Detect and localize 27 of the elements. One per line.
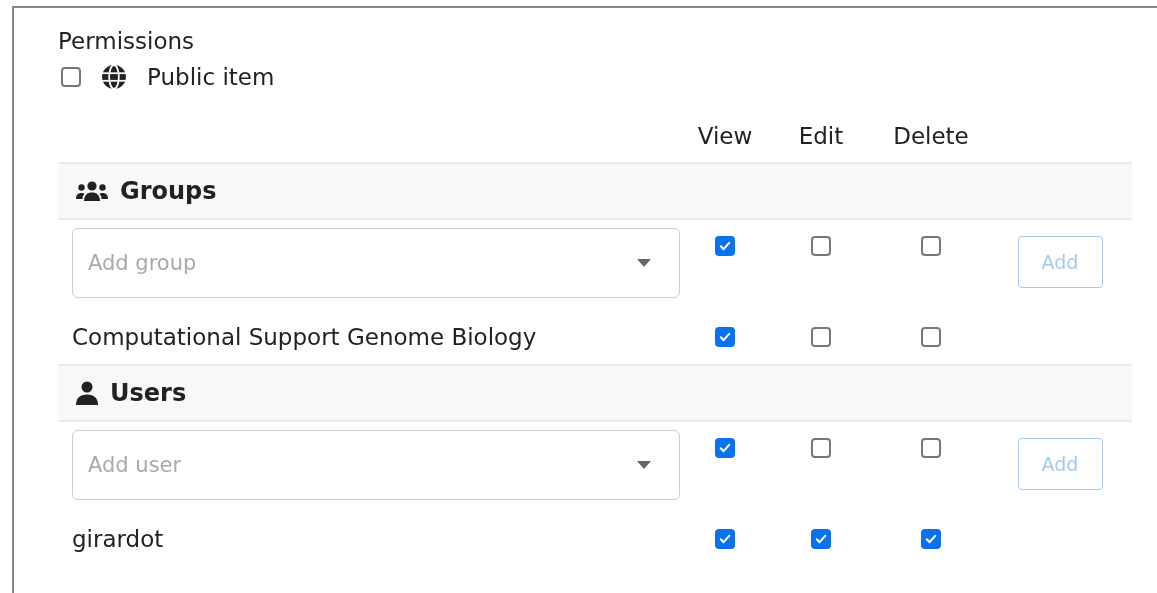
entry-name: girardot: [71, 526, 165, 552]
entry-name: Computational Support Genome Biology: [71, 324, 538, 350]
people-icon: [76, 180, 108, 202]
public-item-label: Public item: [147, 64, 275, 90]
column-header: Edit: [797, 123, 845, 149]
check-icon: [718, 239, 732, 253]
checkbox[interactable]: [811, 327, 831, 347]
checkbox[interactable]: [921, 529, 941, 549]
checkbox[interactable]: [715, 529, 735, 549]
section-title: Groups: [120, 177, 217, 205]
person-icon: [76, 381, 98, 405]
section-title: Users: [110, 379, 187, 407]
column-header: View: [696, 123, 754, 149]
check-icon: [924, 532, 938, 546]
column-header: Delete: [892, 123, 970, 149]
check-icon: [814, 532, 828, 546]
checkbox[interactable]: [921, 327, 941, 347]
check-icon: [718, 330, 732, 344]
globe-icon: [101, 64, 127, 90]
caret-icon: [637, 259, 651, 267]
caret-icon: [637, 461, 651, 469]
checkbox[interactable]: [811, 529, 831, 549]
section-title: Permissions: [58, 27, 196, 56]
checkbox[interactable]: [715, 327, 735, 347]
check-icon: [718, 441, 732, 455]
checkbox[interactable]: [61, 67, 81, 87]
check-icon: [718, 532, 732, 546]
